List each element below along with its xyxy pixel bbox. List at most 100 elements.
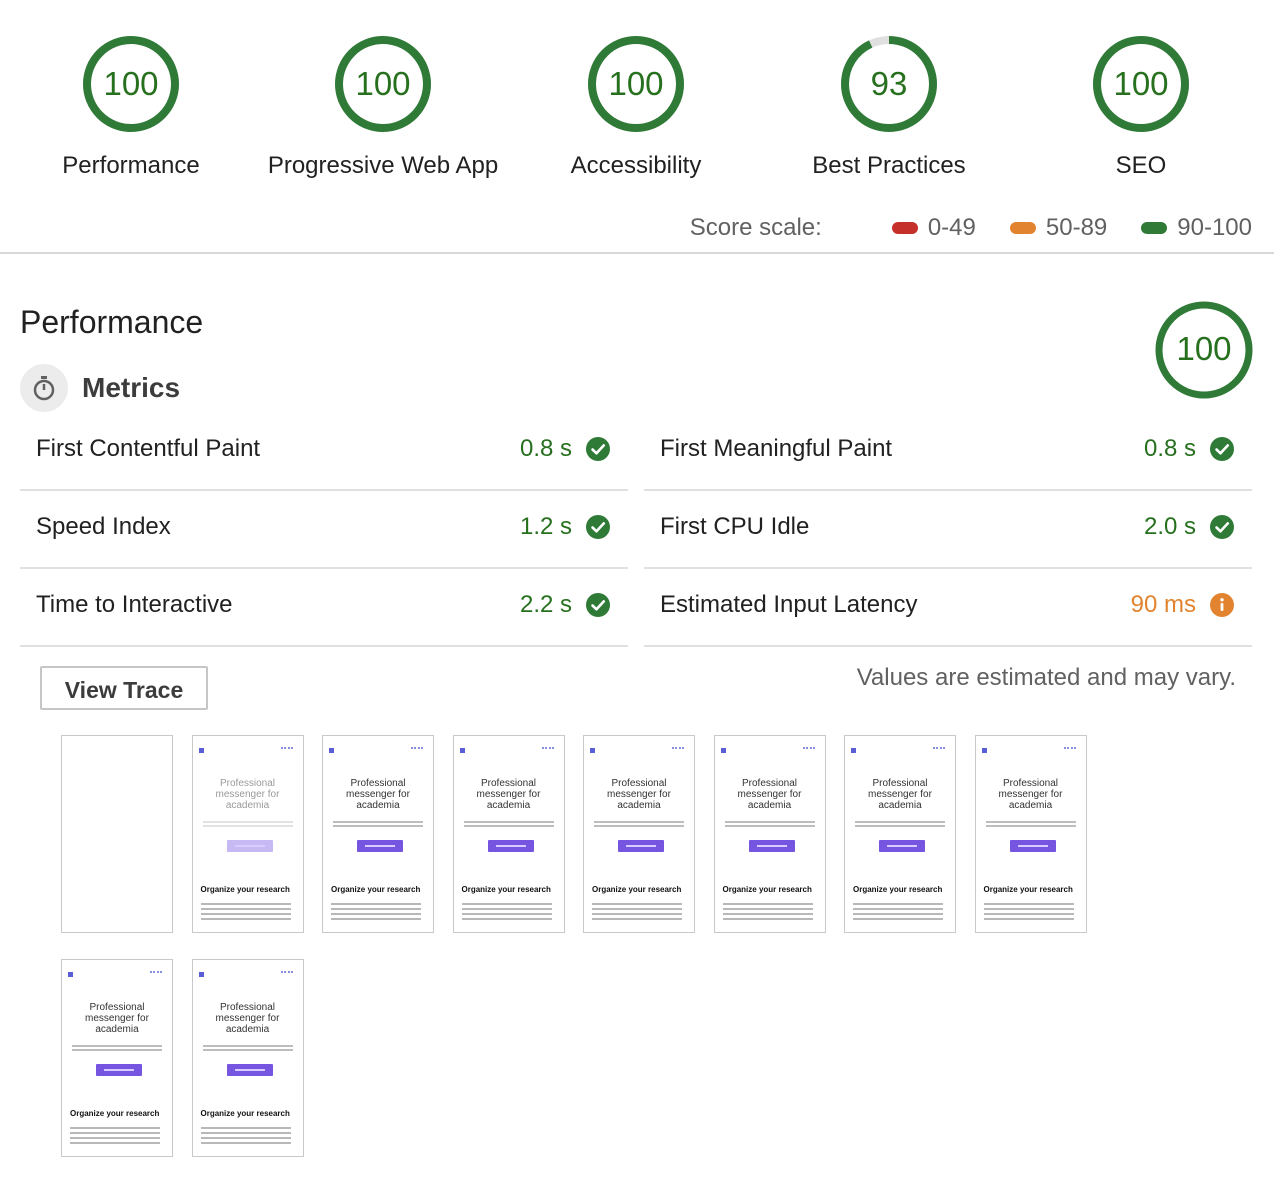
frame-menu-icon — [802, 747, 815, 752]
gauge-score: 100 — [103, 65, 159, 102]
frame-text-lines — [202, 819, 293, 829]
frame-heading: Professional messenger for academia — [85, 1002, 149, 1035]
gauge-best-practices[interactable]: 93 Best Practices — [759, 36, 1019, 180]
metrics-header: Metrics — [20, 364, 180, 412]
frame-text-lines — [202, 1043, 293, 1053]
gauge-score: 100 — [355, 65, 411, 102]
metric-name: Speed Index — [36, 513, 171, 540]
score-scale-title: Score scale: — [689, 214, 822, 241]
frame-logo-icon — [590, 748, 595, 753]
metric-value: 0.8 s — [519, 435, 572, 462]
scale-range-label: 0-49 — [927, 214, 976, 241]
gauge-score: 100 — [608, 65, 664, 102]
filmstrip-frame: Professional messenger for academia Organiz… — [713, 735, 826, 933]
frame-subheading: Organize your research — [200, 885, 290, 894]
scale-range-label: 50-89 — [1045, 214, 1108, 241]
filmstrip-frame — [61, 735, 173, 933]
gauge-accessibility[interactable]: 100 Accessibility — [506, 36, 766, 180]
gauge-seo[interactable]: 100 SEO — [1011, 36, 1271, 180]
metric-value: 2.2 s — [519, 591, 572, 618]
frame-text-lines — [592, 900, 682, 923]
frame-cta — [1009, 840, 1056, 852]
filmstrip-frame: Professional messenger for academia Organiz… — [583, 735, 695, 933]
metric-name: First Meaningful Paint — [660, 435, 893, 462]
gauge-label: Performance — [62, 152, 200, 179]
frame-subheading: Organize your research — [461, 885, 551, 894]
frame-text-lines — [200, 900, 291, 923]
frame-cta — [226, 840, 273, 852]
frame-menu-icon — [280, 971, 293, 976]
stopwatch-icon — [20, 364, 68, 412]
metric-name: Estimated Input Latency — [660, 591, 918, 618]
performance-gauge: 100 — [1154, 300, 1254, 400]
frame-text-lines — [983, 900, 1074, 923]
frame-heading: Professional messenger for academia — [215, 778, 280, 811]
frame-menu-icon — [672, 747, 684, 752]
frame-subheading: Organize your research — [853, 885, 943, 894]
scale-range-pass: 90-100 — [1141, 214, 1252, 242]
frame-cta — [357, 840, 403, 852]
frame-heading: Professional messenger for academia — [737, 778, 802, 811]
frame-heading: Professional messenger for academia — [868, 778, 932, 811]
frame-menu-icon — [150, 971, 162, 976]
score-scale: Score scale: 0-49 50-89 90-100 — [690, 212, 1252, 244]
metric-value: 90 ms — [1130, 591, 1196, 618]
frame-text-lines — [724, 819, 815, 829]
pass-check-icon — [586, 515, 610, 539]
info-icon — [1210, 593, 1234, 617]
filmstrip-frame: Professional messenger for academia Organiz… — [974, 735, 1087, 933]
frame-subheading: Organize your research — [592, 885, 682, 894]
pass-check-icon — [586, 593, 610, 617]
frame-text-lines — [333, 819, 423, 829]
gauge-label: SEO — [1115, 152, 1167, 179]
frame-logo-icon — [198, 972, 204, 977]
metric-value: 1.2 s — [519, 513, 572, 540]
frame-cta — [748, 840, 795, 852]
frame-cta — [618, 840, 664, 852]
gauge-performance[interactable]: 100 Performance — [1, 36, 261, 180]
metric-time-to-interactive: Time to Interactive 2.2 s — [20, 567, 628, 647]
frame-heading: Professional messenger for academia — [346, 778, 410, 811]
frame-text-lines — [855, 819, 945, 829]
frame-subheading: Organize your research — [200, 1109, 290, 1118]
average-pill-icon — [1009, 222, 1036, 234]
metric-value: 2.0 s — [1143, 513, 1196, 540]
frame-logo-icon — [459, 748, 465, 753]
frame-menu-icon — [541, 747, 554, 752]
metric-estimated-input-latency: Estimated Input Latency 90 ms — [644, 567, 1252, 647]
scale-range-label: 90-100 — [1177, 214, 1252, 241]
frame-heading: Professional messenger for academia — [476, 778, 541, 811]
frame-subheading: Organize your research — [722, 885, 812, 894]
pass-check-icon — [1210, 515, 1234, 539]
frame-text-lines — [72, 1043, 162, 1053]
frame-menu-icon — [411, 747, 423, 752]
frame-subheading: Organize your research — [983, 885, 1073, 894]
frame-heading: Professional messenger for academia — [998, 778, 1063, 811]
metrics-heading: Metrics — [82, 372, 181, 403]
frame-menu-icon — [280, 747, 293, 752]
filmstrip-frame: Professional messenger for academia Organiz… — [61, 959, 173, 1157]
frame-text-lines — [70, 1124, 160, 1147]
pass-check-icon — [1210, 437, 1234, 461]
frame-logo-icon — [329, 748, 334, 753]
estimate-note: Values are estimated and may vary. — [856, 664, 1236, 691]
gauge-label: Progressive Web App — [267, 152, 499, 179]
frame-cta — [226, 1064, 273, 1076]
frame-text-lines — [331, 900, 421, 923]
frame-text-lines — [594, 819, 684, 829]
frame-text-lines — [200, 1124, 291, 1147]
scale-range-fail: 0-49 — [891, 214, 976, 242]
pass-check-icon — [586, 437, 610, 461]
frame-cta — [487, 840, 534, 852]
gauge-score: 100 — [1113, 65, 1169, 102]
gauge-label: Accessibility — [570, 152, 702, 179]
gauge-pwa[interactable]: 100 Progressive Web App — [253, 36, 513, 180]
metric-first-contentful-paint: First Contentful Paint 0.8 s — [20, 411, 628, 491]
frame-logo-icon — [720, 748, 726, 753]
gauge-score: 100 — [1176, 330, 1232, 367]
fail-pill-icon — [891, 222, 918, 234]
view-trace-button[interactable]: View Trace — [40, 666, 208, 710]
frame-logo-icon — [981, 748, 987, 753]
metric-name: First Contentful Paint — [36, 435, 261, 462]
gauge-label: Best Practices — [812, 152, 966, 179]
